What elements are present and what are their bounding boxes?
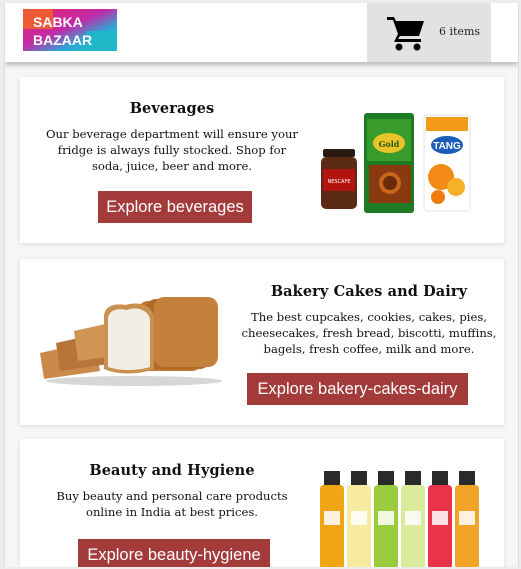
category-card-bakery: Bakery Cakes and Dairy The best cupcakes… (20, 259, 504, 425)
category-description: Buy beauty and personal care products on… (56, 489, 288, 519)
cart-icon[interactable] (385, 11, 427, 53)
category-card-beauty: Beauty and Hygiene Buy beauty and person… (20, 439, 504, 567)
shower-gel-bottles-image (320, 471, 479, 567)
svg-text:Gold: Gold (379, 139, 400, 149)
sliced-bread-image (40, 297, 222, 386)
explore-beverages-button[interactable]: Explore beverages (98, 191, 252, 223)
cart-button[interactable]: 6 items (367, 3, 491, 62)
sabka-bazaar-logo[interactable]: SABKA BAZAAR (23, 9, 117, 51)
logo-text-line2: BAZAAR (33, 32, 92, 48)
beverages-products-image: NESCAFE Gold TANG (321, 113, 471, 213)
explore-bakery-cakes-dairy-button[interactable]: Explore bakery-cakes-dairy (247, 373, 468, 405)
category-title: Beauty and Hygiene (89, 462, 255, 479)
explore-beauty-hygiene-button[interactable]: Explore beauty-hygiene (78, 539, 270, 567)
category-description: The best cupcakes, cookies, cakes, pies,… (241, 310, 497, 356)
cart-item-count: 6 items (439, 25, 481, 38)
logo-text-line1: SABKA (33, 14, 83, 30)
svg-text:TANG: TANG (433, 141, 461, 152)
site-header: SABKA BAZAAR 6 items (5, 3, 518, 62)
category-title: Bakery Cakes and Dairy (270, 283, 468, 300)
app-frame: SABKA BAZAAR 6 items Beverages Our bever… (4, 3, 519, 567)
category-card-beverages: Beverages Our beverage department will e… (20, 77, 504, 243)
product-label-nescafe: NESCAFE (327, 179, 350, 185)
category-description: Our beverage department will ensure your… (46, 127, 298, 173)
category-title: Beverages (129, 100, 215, 117)
